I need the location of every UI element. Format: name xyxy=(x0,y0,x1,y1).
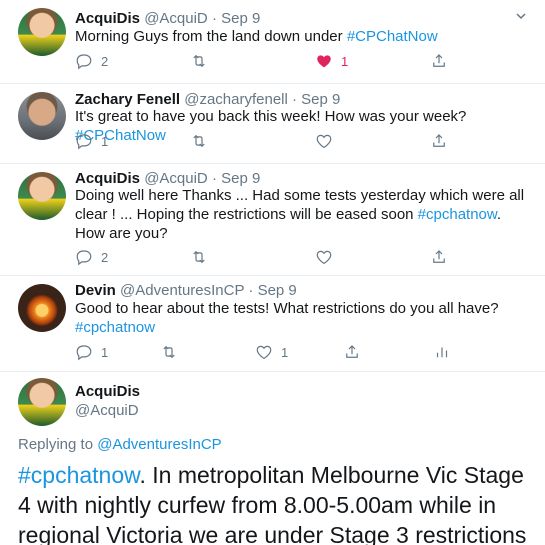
user-handle[interactable]: @AcquiD xyxy=(75,401,140,420)
tweet-actions: 1 xyxy=(75,132,455,152)
replying-to-label: Replying to xyxy=(18,436,98,453)
tweet[interactable]: AcquiDis @AcquiD · Sep 9 Morning Guys fr… xyxy=(0,0,545,84)
reply-button[interactable]: 1 xyxy=(75,343,108,361)
display-name[interactable]: Devin xyxy=(75,282,116,299)
retweet-icon xyxy=(193,54,205,68)
retweet-icon xyxy=(163,345,175,359)
avatar[interactable] xyxy=(18,92,66,140)
display-name[interactable]: Zachary Fenell xyxy=(75,91,180,108)
avatar[interactable] xyxy=(18,8,66,56)
reply-count: 2 xyxy=(101,53,109,69)
share-button[interactable] xyxy=(430,52,448,70)
heart-icon xyxy=(316,250,332,265)
hashtag-link[interactable]: #cpchatnow xyxy=(418,206,497,223)
separator: · xyxy=(211,10,217,27)
tweet-text: Good to hear about the tests! What restr… xyxy=(75,299,530,337)
avatar[interactable] xyxy=(18,378,66,426)
main-tweet: AcquiDis @AcquiD Replying to @Adventures… xyxy=(0,372,545,545)
reply-count: 2 xyxy=(101,249,109,265)
user-handle[interactable]: @AdventuresInCP xyxy=(120,282,244,299)
like-button[interactable]: 1 xyxy=(315,52,348,70)
replying-to: Replying to @AdventuresInCP xyxy=(18,436,222,453)
avatar[interactable] xyxy=(18,172,66,220)
retweet-icon xyxy=(193,250,205,264)
heart-icon xyxy=(317,55,331,68)
reply-count: 1 xyxy=(101,344,109,360)
like-count: 1 xyxy=(281,344,289,360)
share-icon xyxy=(433,250,445,263)
like-count: 1 xyxy=(341,53,349,69)
tweet-actions: 2 1 xyxy=(75,52,455,72)
tweet-text: Doing well here Thanks ... Had some test… xyxy=(75,186,530,243)
display-name[interactable]: AcquiDis xyxy=(75,170,140,187)
like-button[interactable]: 1 xyxy=(255,343,288,361)
retweet-button[interactable] xyxy=(190,248,208,266)
tweet-text-content: Good to hear about the tests! What restr… xyxy=(75,300,499,317)
reply-icon xyxy=(76,54,92,70)
tweet-actions: 1 1 xyxy=(75,343,455,363)
reply-button[interactable]: 2 xyxy=(75,248,108,266)
tweet-text: Morning Guys from the land down under #C… xyxy=(75,27,530,46)
timestamp[interactable]: Sep 9 xyxy=(301,91,340,108)
heart-icon xyxy=(316,134,332,149)
reply-button[interactable]: 1 xyxy=(75,132,108,150)
reply-icon xyxy=(76,345,92,361)
reply-button[interactable]: 2 xyxy=(75,52,108,70)
timestamp[interactable]: Sep 9 xyxy=(221,10,260,27)
reply-icon xyxy=(76,250,92,266)
retweet-icon xyxy=(193,134,205,148)
share-button[interactable] xyxy=(343,343,361,361)
tweet-header: Devin @AdventuresInCP · Sep 9 xyxy=(75,282,297,300)
tweet-text-content: Morning Guys from the land down under xyxy=(75,28,347,45)
display-name[interactable]: AcquiDis xyxy=(75,382,140,401)
tweet-header: AcquiDis @AcquiD · Sep 9 xyxy=(75,10,260,28)
retweet-button[interactable] xyxy=(160,343,178,361)
retweet-button[interactable] xyxy=(190,52,216,70)
display-name[interactable]: AcquiDis xyxy=(75,10,140,27)
like-button[interactable] xyxy=(315,248,333,266)
tweet[interactable]: Zachary Fenell @zacharyfenell · Sep 9 It… xyxy=(0,84,545,164)
timestamp[interactable]: Sep 9 xyxy=(258,282,297,299)
share-icon xyxy=(346,345,358,358)
reply-count: 1 xyxy=(101,133,109,149)
separator: · xyxy=(248,282,254,299)
user-handle[interactable]: @AcquiD xyxy=(144,170,208,187)
share-button[interactable] xyxy=(430,248,448,266)
share-button[interactable] xyxy=(430,132,448,150)
tweet[interactable]: Devin @AdventuresInCP · Sep 9 Good to he… xyxy=(0,276,545,372)
avatar[interactable] xyxy=(18,284,66,332)
share-icon xyxy=(433,54,445,67)
analytics-icon xyxy=(436,347,448,358)
main-tweet-text: #cpchatnow. In metropolitan Melbourne Vi… xyxy=(18,460,538,545)
tweet-text-content: It's great to have you back this week! H… xyxy=(75,108,467,125)
chevron-down-icon[interactable] xyxy=(515,10,527,25)
hashtag-link[interactable]: #cpchatnow xyxy=(75,319,155,336)
analytics-button[interactable] xyxy=(433,343,451,361)
like-button[interactable] xyxy=(315,132,333,150)
replying-to-link[interactable]: @AdventuresInCP xyxy=(97,436,221,453)
separator: · xyxy=(211,170,217,187)
user-handle[interactable]: @zacharyfenell xyxy=(184,91,288,108)
separator: · xyxy=(292,91,297,108)
heart-icon xyxy=(256,345,272,360)
share-icon xyxy=(433,134,445,147)
tweet[interactable]: AcquiDis @AcquiD · Sep 9 Doing well here… xyxy=(0,164,545,276)
retweet-button[interactable] xyxy=(190,132,208,150)
user-handle[interactable]: @AcquiD xyxy=(144,10,208,27)
hashtag-link[interactable]: #CPChatNow xyxy=(347,28,438,45)
hashtag-link[interactable]: #cpchatnow xyxy=(18,462,139,488)
timestamp[interactable]: Sep 9 xyxy=(221,170,260,187)
reply-icon xyxy=(76,134,92,150)
tweet-actions: 2 xyxy=(75,248,455,268)
tweet-header: AcquiDis @AcquiD xyxy=(75,382,140,420)
